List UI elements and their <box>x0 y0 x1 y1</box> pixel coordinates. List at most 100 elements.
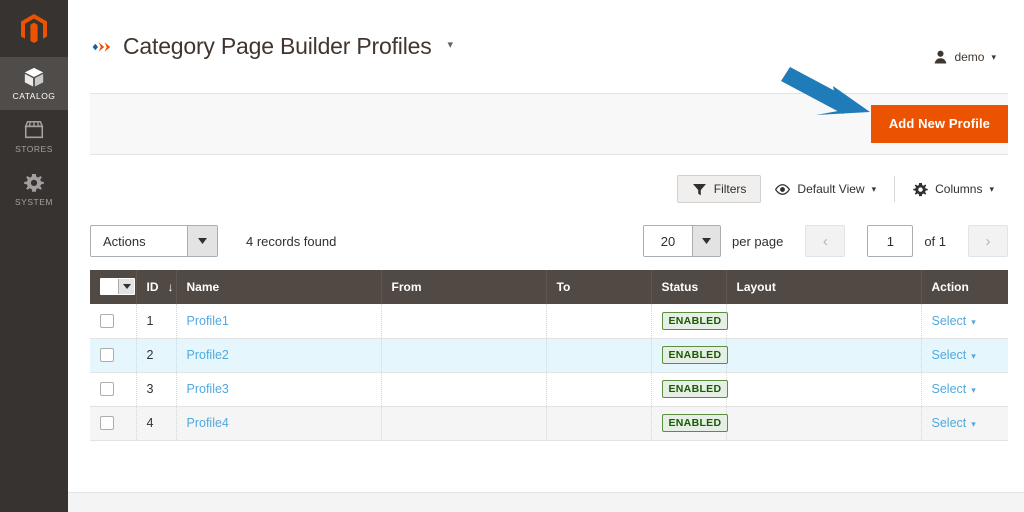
magento-logo[interactable] <box>0 0 68 57</box>
select-all-checkbox[interactable] <box>100 277 135 295</box>
cell-status: ENABLED <box>651 406 729 441</box>
table-row[interactable]: 2 Profile2 ENABLED Select ▾ <box>90 338 1008 373</box>
gear-icon <box>913 182 928 196</box>
main-content: Category Page Builder Profiles ▾ demo ▾ … <box>68 0 1024 512</box>
column-header-checkbox[interactable] <box>90 270 137 304</box>
profile-link[interactable]: Profile2 <box>187 348 229 362</box>
chevron-down-icon: ▾ <box>971 351 976 361</box>
page-title-caret-icon[interactable]: ▾ <box>448 38 454 51</box>
cell-layout <box>726 406 922 441</box>
status-badge: ENABLED <box>661 380 729 398</box>
table-row[interactable]: 3 Profile3 ENABLED Select ▾ <box>90 372 1008 407</box>
actions-dropdown[interactable]: Actions <box>90 225 218 257</box>
row-checkbox[interactable] <box>100 348 114 362</box>
cell-name: Profile1 <box>176 304 382 339</box>
previous-page-button[interactable]: ‹ <box>805 225 846 257</box>
column-header-layout[interactable]: Layout <box>726 270 922 304</box>
chevron-down-icon: ▾ <box>971 419 976 429</box>
row-checkbox-cell[interactable] <box>90 304 137 339</box>
store-icon <box>24 120 44 139</box>
columns-caret-icon: ▾ <box>989 183 994 194</box>
cell-to <box>546 406 652 441</box>
row-action-select[interactable]: Select ▾ <box>932 416 976 430</box>
sort-desc-icon: ↓ <box>167 280 174 294</box>
page-title: Category Page Builder Profiles <box>123 33 432 59</box>
columns-label: Columns <box>935 182 983 196</box>
cell-status: ENABLED <box>651 338 729 373</box>
column-header-from[interactable]: From <box>381 270 547 304</box>
magento-logo-icon <box>21 13 47 43</box>
row-checkbox-cell[interactable] <box>90 406 137 441</box>
per-page-dropdown[interactable]: 20 <box>642 225 721 257</box>
profile-link[interactable]: Profile4 <box>187 416 229 430</box>
table-header-row: ID ↓ Name From To Status Layout Action <box>90 270 1008 304</box>
page-actions-bar: Add New Profile <box>90 93 1008 155</box>
actions-label: Actions <box>103 233 146 249</box>
status-badge: ENABLED <box>661 414 729 432</box>
sidebar-item-catalog[interactable]: CATALOG <box>0 57 68 110</box>
cell-status: ENABLED <box>651 372 729 407</box>
next-page-button[interactable]: › <box>968 225 1008 257</box>
cell-id: 3 <box>136 372 177 407</box>
profile-link[interactable]: Profile1 <box>187 314 229 328</box>
column-header-status[interactable]: Status <box>651 270 727 304</box>
column-header-action: Action <box>921 270 1008 304</box>
sidebar-item-label: STORES <box>15 144 53 154</box>
chevron-down-icon: ▾ <box>971 316 976 327</box>
filters-button[interactable]: Filters <box>676 175 762 203</box>
records-found-label: 4 records found <box>246 233 337 249</box>
cell-from <box>381 338 547 373</box>
page-number-input[interactable] <box>867 225 914 257</box>
cell-action: Select ▾ <box>921 304 1008 339</box>
row-checkbox[interactable] <box>100 416 114 430</box>
cell-name: Profile4 <box>176 406 382 441</box>
cell-id: 2 <box>136 338 177 373</box>
page-builder-icon <box>92 41 111 52</box>
profile-link[interactable]: Profile3 <box>187 382 229 396</box>
status-badge: ENABLED <box>661 346 729 364</box>
user-name: demo <box>954 50 985 64</box>
row-checkbox-cell[interactable] <box>90 338 137 373</box>
page-title-group: Category Page Builder Profiles ▾ <box>90 33 453 60</box>
column-header-name[interactable]: Name <box>176 270 382 304</box>
default-view-label: Default View <box>797 182 865 196</box>
cell-to <box>546 372 652 407</box>
row-checkbox[interactable] <box>100 382 114 396</box>
cell-action: Select ▾ <box>921 406 1008 441</box>
sidebar-item-system[interactable]: SYSTEM <box>0 163 68 216</box>
row-action-select[interactable]: Select ▾ <box>932 348 976 362</box>
row-checkbox-cell[interactable] <box>90 372 137 407</box>
row-action-label: Select <box>931 382 967 396</box>
cell-to <box>546 304 652 339</box>
row-action-label: Select <box>931 313 967 328</box>
default-view-caret-icon: ▾ <box>871 183 877 194</box>
column-header-to[interactable]: To <box>546 270 652 304</box>
default-view-dropdown[interactable]: Default View ▾ <box>761 175 890 203</box>
chevron-down-icon <box>118 278 134 294</box>
row-action-select[interactable]: Select ▾ <box>932 382 976 396</box>
columns-dropdown[interactable]: Columns ▾ <box>899 175 1008 203</box>
cell-from <box>381 372 547 407</box>
table-row[interactable]: 4 Profile4 ENABLED Select ▾ <box>90 406 1008 441</box>
cell-id: 4 <box>136 406 177 441</box>
column-header-id[interactable]: ID ↓ <box>136 270 177 304</box>
grid-controls: Actions 4 records found 20 per page ‹ of… <box>90 218 1008 264</box>
toolbar-divider <box>894 176 896 202</box>
user-icon <box>935 50 947 64</box>
box-icon <box>24 67 44 87</box>
add-new-profile-button[interactable]: Add New Profile <box>870 105 1008 143</box>
cell-layout <box>726 338 922 373</box>
user-menu[interactable]: demo ▾ <box>934 50 996 64</box>
per-page-value: 20 <box>660 233 676 249</box>
row-action-select[interactable]: Select ▾ <box>932 314 976 328</box>
table-row[interactable]: 1 Profile1 ENABLED Select ▾ <box>90 304 1008 339</box>
row-checkbox[interactable] <box>100 313 114 328</box>
cell-name: Profile3 <box>176 372 382 407</box>
cell-from <box>381 406 547 441</box>
status-badge: ENABLED <box>661 311 729 330</box>
row-action-label: Select <box>931 348 967 362</box>
sidebar-item-label: SYSTEM <box>15 197 53 207</box>
sidebar-item-stores[interactable]: STORES <box>0 110 68 163</box>
user-menu-caret-icon: ▾ <box>991 51 996 62</box>
cell-to <box>546 338 652 373</box>
